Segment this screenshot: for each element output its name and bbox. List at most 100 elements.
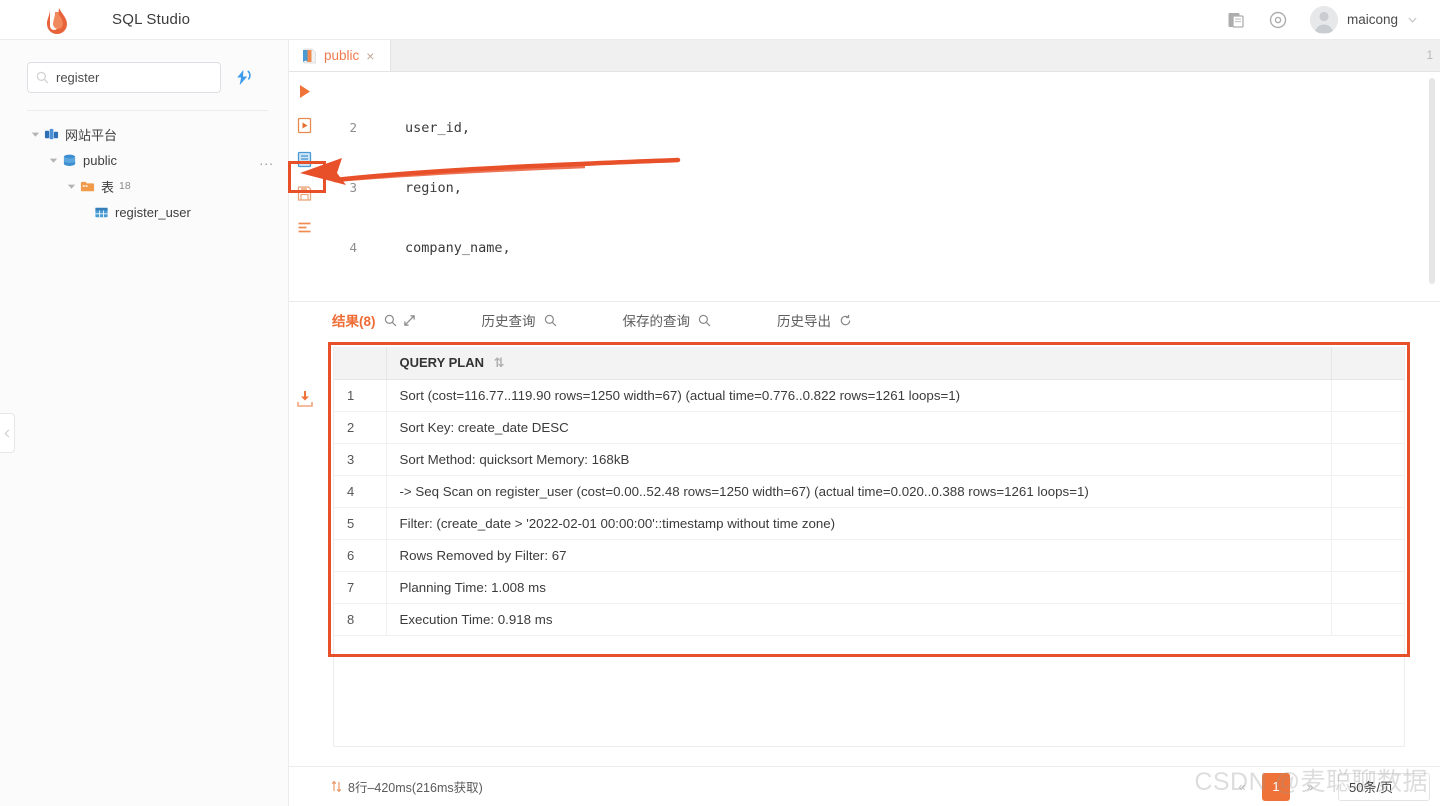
column-header-index[interactable] <box>334 347 387 380</box>
table-row[interactable]: 2 Sort Key: create_date DESC <box>334 411 1404 444</box>
avatar <box>1309 5 1338 34</box>
tree-node-tables-folder[interactable]: 表 18 <box>0 173 288 199</box>
code-content[interactable]: 2 user_id, 3 region, 4 company_name, 5posit… <box>319 72 1440 301</box>
tree-node-database[interactable]: 网站平台 <box>0 121 288 147</box>
table-row[interactable]: 5 Filter: (create_date > '2022-02-01 00:… <box>334 507 1404 540</box>
tree-node-more-button[interactable]: ... <box>259 153 274 167</box>
run-icon[interactable] <box>294 81 315 102</box>
table-row[interactable]: 1 Sort (cost=116.77..119.90 rows=1250 wi… <box>334 379 1404 412</box>
cell-query-plan: Filter: (create_date > '2022-02-01 00:00… <box>386 507 1332 540</box>
chevron-down-icon[interactable] <box>48 155 59 166</box>
cell-pad <box>1331 571 1404 604</box>
format-icon[interactable] <box>294 217 315 238</box>
code-scroll-area[interactable]: 2 user_id, 3 region, 4 company_name, 5posit… <box>319 72 1440 301</box>
sidebar-collapse-handle[interactable] <box>0 413 15 453</box>
cell-pad <box>1331 443 1404 476</box>
result-tab-bar: 结果(8) 历史查询 保存的查询 历史导出 <box>289 302 1440 338</box>
tab-public[interactable]: public × <box>289 40 391 71</box>
sort-updown-icon <box>331 780 342 793</box>
tab-results-label: 结果(8) <box>332 314 376 329</box>
tab-results[interactable]: 结果(8) <box>332 302 416 338</box>
user-name: maicong <box>1346 12 1398 27</box>
save-icon[interactable] <box>294 183 315 204</box>
help-circle-icon[interactable] <box>1268 10 1288 30</box>
main-panel: public × 1 2 user_id, 3 region, 4 compan… <box>289 40 1440 806</box>
search-icon[interactable] <box>698 314 711 327</box>
row-index: 3 <box>334 443 387 476</box>
sort-icon[interactable]: ⇅ <box>494 355 505 371</box>
editor-scrollbar[interactable] <box>1429 78 1435 292</box>
tree-node-public[interactable]: public ... <box>0 147 288 173</box>
search-input[interactable] <box>56 70 212 85</box>
pagination-next-button[interactable]: » <box>1296 772 1324 801</box>
pagination: « 1 » 50条/页 <box>1228 772 1440 801</box>
table-header-row: QUERY PLAN ⇅ <box>334 347 1404 380</box>
tab-export-history[interactable]: 历史导出 <box>777 302 852 338</box>
search-icon[interactable] <box>384 314 397 327</box>
line-text: user_id, <box>405 120 471 136</box>
header-actions: maicong <box>1226 5 1418 34</box>
run-script-icon[interactable] <box>294 115 315 136</box>
chevron-down-icon[interactable] <box>66 181 77 192</box>
code-line: 4 company_name, <box>319 238 1440 258</box>
cell-query-plan: Sort Method: quicksort Memory: 168kB <box>386 443 1332 476</box>
cell-pad <box>1331 475 1404 508</box>
code-line: 2 user_id, <box>319 118 1440 138</box>
explain-plan-icon[interactable] <box>294 149 315 170</box>
footer-status-group: 8行–420ms(216ms获取) <box>289 777 483 796</box>
cell-query-plan: -> Seq Scan on register_user (cost=0.00.… <box>386 475 1332 508</box>
table-row[interactable]: 7 Planning Time: 1.008 ms <box>334 571 1404 604</box>
app-header: SQL Studio maicong <box>0 0 1440 40</box>
refresh-icon[interactable] <box>233 68 252 87</box>
table-row[interactable]: 8 Execution Time: 0.918 ms <box>334 603 1404 636</box>
page-size-label: 50条/页 <box>1349 780 1394 795</box>
refresh-icon[interactable] <box>839 314 852 327</box>
chevron-left-icon <box>3 429 9 437</box>
user-menu[interactable]: maicong <box>1309 5 1418 34</box>
docs-icon[interactable] <box>1226 10 1246 30</box>
table-row[interactable]: 3 Sort Method: quicksort Memory: 168kB <box>334 443 1404 476</box>
tab-query-history[interactable]: 历史查询 <box>482 302 557 338</box>
search-icon[interactable] <box>544 314 557 327</box>
cell-query-plan: Rows Removed by Filter: 67 <box>386 539 1332 572</box>
sql-editor: 2 user_id, 3 region, 4 company_name, 5posit… <box>289 72 1440 302</box>
column-header-query-plan[interactable]: QUERY PLAN ⇅ <box>386 347 1332 380</box>
tab-label: public <box>324 48 360 63</box>
column-header-label: QUERY PLAN <box>399 354 485 370</box>
column-header-pad[interactable] <box>1331 347 1404 380</box>
download-icon[interactable] <box>294 388 316 410</box>
sql-file-icon <box>303 48 316 63</box>
page-size-select[interactable]: 50条/页 <box>1338 772 1430 801</box>
line-text: region, <box>405 180 462 196</box>
pagination-page-1[interactable]: 1 <box>1262 772 1290 801</box>
expand-icon[interactable] <box>403 314 416 327</box>
cell-pad <box>1331 507 1404 540</box>
app-title: SQL Studio <box>112 11 191 28</box>
editor-toolbar <box>289 72 319 301</box>
tab-saved-queries[interactable]: 保存的查询 <box>623 302 712 338</box>
sidebar-divider <box>27 110 268 111</box>
line-number: 3 <box>349 180 357 195</box>
line-text: position <box>367 298 470 301</box>
chevron-down-icon[interactable] <box>30 129 41 140</box>
pagination-prev-button[interactable]: « <box>1228 772 1256 801</box>
row-index: 2 <box>334 411 387 444</box>
code-line: 3 region, <box>319 178 1440 198</box>
line-number: 4 <box>349 240 357 255</box>
query-plan-grid[interactable]: QUERY PLAN ⇅ 1 Sort (cost=116.77..119.90… <box>333 347 1405 747</box>
table-row[interactable]: 4 -> Seq Scan on register_user (cost=0.0… <box>334 475 1404 508</box>
search-field[interactable] <box>27 62 221 93</box>
tree-node-register-user[interactable]: register_user <box>0 199 288 225</box>
folder-icon <box>80 181 95 191</box>
cell-pad <box>1331 539 1404 572</box>
line-number: 5 <box>319 298 367 301</box>
cell-query-plan: Execution Time: 0.918 ms <box>386 603 1332 636</box>
tree-node-count: 18 <box>119 180 131 192</box>
table-row[interactable]: 6 Rows Removed by Filter: 67 <box>334 539 1404 572</box>
cell-pad <box>1331 379 1404 412</box>
editor-tab-strip: public × 1 <box>289 40 1440 72</box>
flame-logo-icon <box>47 7 67 34</box>
database-cluster-icon <box>44 128 59 139</box>
tab-query-history-label: 历史查询 <box>481 314 536 329</box>
close-icon[interactable]: × <box>366 49 374 63</box>
